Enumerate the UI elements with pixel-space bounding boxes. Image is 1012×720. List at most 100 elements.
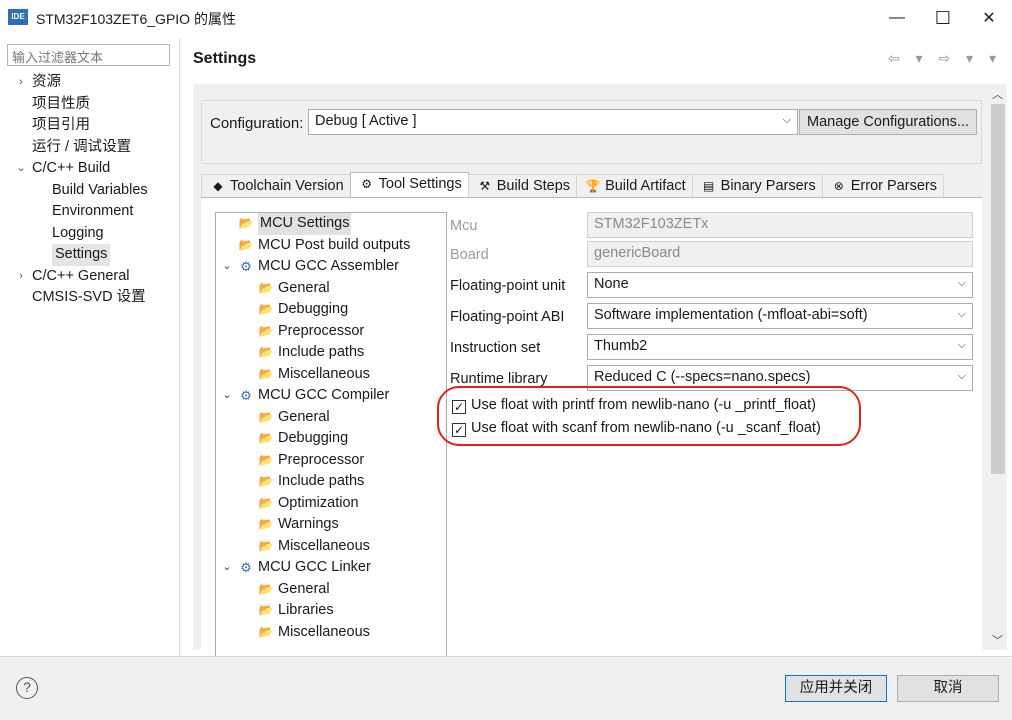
nav-item[interactable]: › C/C++ General: [0, 266, 180, 288]
vertical-scrollbar[interactable]: ︿ ﹀: [988, 84, 1007, 650]
tool-tree-label: Include paths: [278, 344, 365, 360]
tab-icon: ⚙: [361, 177, 373, 191]
tool-tree-item[interactable]: 📂 MCU Settings: [216, 213, 446, 235]
tool-tree-item[interactable]: 📂 Optimization: [216, 493, 446, 515]
option-folder-icon: 📂: [258, 495, 274, 510]
nav-item-label: C/C++ General: [32, 267, 130, 284]
manage-configurations-button[interactable]: Manage Configurations...: [799, 109, 977, 135]
nav-item-label: Build Variables: [52, 181, 148, 198]
nav-item[interactable]: Build Variables: [0, 180, 180, 202]
chevron-down-icon: ⌵: [957, 370, 966, 382]
nav-item[interactable]: Settings: [0, 244, 180, 266]
tab-item[interactable]: ▤ Binary Parsers: [691, 174, 823, 198]
tool-tree-label: MCU GCC Linker: [258, 559, 371, 575]
instruction-set-value: Thumb2: [594, 338, 648, 354]
chevron-down-icon: ⌵: [957, 308, 966, 320]
fpu-value: None: [594, 276, 629, 292]
help-icon[interactable]: ?: [16, 677, 38, 699]
minimize-button[interactable]: —: [874, 0, 920, 36]
nav-item[interactable]: ⌄ C/C++ Build: [0, 158, 180, 180]
chevron-right-icon[interactable]: ›: [14, 72, 28, 94]
fpabi-label: Floating-point ABI: [450, 309, 565, 325]
filter-input[interactable]: 输入过滤器文本: [7, 44, 170, 66]
tool-tree-item[interactable]: 📂 Warnings: [216, 514, 446, 536]
option-folder-icon: 📂: [258, 409, 274, 424]
tool-gear-icon: ⚙: [240, 259, 252, 274]
nav-tree: › 资源 项目性质 项目引用运行 / 调试设置 ⌄ C/C++ Build Build Va…: [0, 72, 180, 309]
tool-tree-item[interactable]: 📂 Libraries: [216, 600, 446, 622]
nav-item-label: 项目引用: [32, 117, 90, 133]
instruction-set-select[interactable]: Thumb2 ⌵: [587, 334, 973, 360]
tab-item[interactable]: ⊗ Error Parsers: [821, 174, 944, 198]
tab-icon: ⊗: [833, 179, 844, 193]
tool-tree-item[interactable]: ⌄ ⚙ MCU GCC Assembler: [216, 256, 446, 278]
option-folder-icon: 📂: [258, 581, 274, 596]
fpu-select[interactable]: None ⌵: [587, 272, 973, 298]
configuration-select[interactable]: Debug [ Active ] ⌵: [308, 109, 798, 135]
tool-tree-item[interactable]: 📂 Miscellaneous: [216, 364, 446, 386]
nav-item[interactable]: 项目引用: [0, 115, 180, 137]
settings-page: Settings ⇦ ▾ ⇨ ▾ ▾ Configuration: Debug …: [181, 38, 1012, 657]
tool-tree-item[interactable]: ⌄ ⚙ MCU GCC Compiler: [216, 385, 446, 407]
tool-tree-item[interactable]: 📂 General: [216, 579, 446, 601]
option-folder-icon: 📂: [258, 302, 274, 316]
nav-item-label: Settings: [52, 244, 111, 266]
chevron-down-icon[interactable]: ⌄: [220, 385, 234, 407]
title-bar: IDE STM32F103ZET6_GPIO 的属性 — ☐ ✕: [0, 0, 1012, 36]
tool-tree-label: General: [278, 279, 330, 296]
nav-item[interactable]: 项目性质: [0, 94, 180, 116]
maximize-button[interactable]: ☐: [920, 0, 966, 36]
option-folder-icon: 📂: [258, 323, 274, 338]
instruction-set-label: Instruction set: [450, 340, 541, 356]
tool-tree-label: General: [278, 580, 330, 597]
tool-tree-label: Debugging: [278, 301, 349, 317]
tool-tree-item[interactable]: 📂 Debugging: [216, 428, 446, 450]
nav-item[interactable]: Logging: [0, 223, 180, 245]
tool-tree-item[interactable]: 📂 Miscellaneous: [216, 536, 446, 558]
tool-tree-item[interactable]: 📂 Debugging: [216, 299, 446, 321]
tool-tree-label: Warnings: [278, 516, 339, 532]
tab-item[interactable]: 🏆 Build Artifact: [576, 174, 693, 198]
cancel-button[interactable]: 取消: [897, 675, 999, 702]
nav-item[interactable]: CMSIS-SVD 设置: [0, 287, 180, 309]
nav-item[interactable]: Environment: [0, 201, 180, 223]
tab-item[interactable]: ◆ Toolchain Version: [201, 174, 351, 198]
highlight-annotation-oval: [437, 386, 861, 446]
tool-tree-item[interactable]: ⌄ ⚙ MCU GCC Linker: [216, 557, 446, 579]
option-folder-icon: 📂: [258, 474, 274, 488]
tab-icon: ▤: [702, 179, 715, 193]
tool-tree-item[interactable]: 📂 Miscellaneous: [216, 622, 446, 644]
content-area: Configuration: Debug [ Active ] ⌵ Manage…: [193, 84, 988, 657]
scroll-down-icon[interactable]: ﹀: [992, 632, 1003, 648]
tool-tree-label: Debugging: [278, 430, 349, 446]
tool-tree-item[interactable]: 📂 MCU Post build outputs: [216, 235, 446, 257]
tool-tree-label: Preprocessor: [278, 451, 365, 468]
nav-item[interactable]: 运行 / 调试设置: [0, 137, 180, 159]
board-field: genericBoard: [587, 241, 973, 267]
chevron-down-icon[interactable]: ⌄: [220, 256, 234, 278]
nav-item-label: CMSIS-SVD 设置: [32, 289, 146, 305]
tool-tree-item[interactable]: 📂 General: [216, 407, 446, 429]
tab-item[interactable]: ⚙ Tool Settings: [349, 172, 469, 198]
apply-and-close-button[interactable]: 应用并关闭: [785, 675, 887, 702]
tool-tree-label: Libraries: [278, 602, 334, 618]
history-nav-arrows[interactable]: ⇦ ▾ ⇨ ▾ ▾: [888, 50, 1002, 67]
tool-tree-item[interactable]: 📂 Preprocessor: [216, 450, 446, 472]
close-button[interactable]: ✕: [966, 0, 1012, 36]
fpabi-select[interactable]: Software implementation (-mfloat-abi=sof…: [587, 303, 973, 329]
option-folder-icon: 📂: [258, 366, 274, 381]
option-folder-icon: 📂: [238, 216, 254, 230]
tab-item[interactable]: ⚒ Build Steps: [467, 174, 578, 198]
nav-item[interactable]: › 资源: [0, 72, 180, 94]
scroll-up-icon[interactable]: ︿: [992, 86, 1003, 102]
tool-tree-item[interactable]: 📂 Include paths: [216, 471, 446, 493]
option-folder-icon: 📂: [258, 452, 274, 467]
tab-icon: ◆: [213, 179, 223, 193]
chevron-right-icon[interactable]: ›: [14, 266, 28, 288]
tool-tree-item[interactable]: 📂 Include paths: [216, 342, 446, 364]
tool-tree-item[interactable]: 📂 Preprocessor: [216, 321, 446, 343]
tool-tree-item[interactable]: 📂 General: [216, 278, 446, 300]
chevron-down-icon[interactable]: ⌄: [14, 158, 28, 180]
scrollbar-thumb[interactable]: [991, 104, 1005, 474]
chevron-down-icon[interactable]: ⌄: [220, 557, 234, 579]
